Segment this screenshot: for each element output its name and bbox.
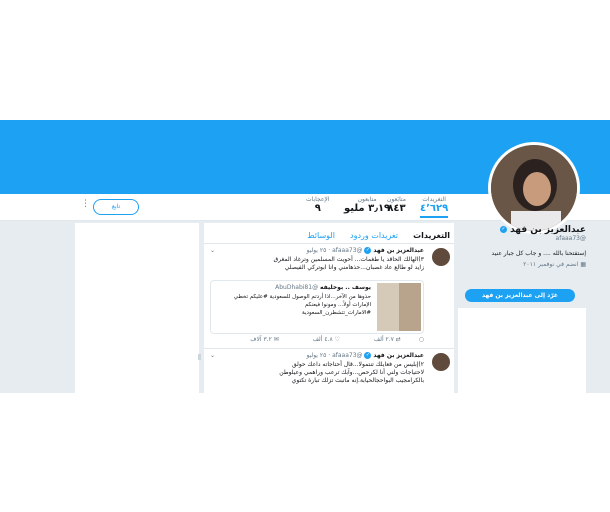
message-button[interactable]: ✉ ٣.٢ آلاف xyxy=(234,336,279,343)
tweet-header: عبدالعزيز بن فهد ✓ @afaaa73 · ٢٥ يوليو xyxy=(306,247,424,254)
tweet-to-button[interactable]: غرّد إلى عبدالعزيز بن فهد xyxy=(465,289,575,302)
tab-tweets[interactable]: التغريدات xyxy=(407,225,454,240)
tweet-avatar[interactable] xyxy=(432,353,450,371)
tweet-text-line: ٢)إبليس من فعايلك تنتمولا...قال أحتاجاته… xyxy=(292,361,424,368)
tab-media[interactable]: الوسائط xyxy=(301,225,339,240)
verified-badge-icon: ✓ xyxy=(499,226,507,233)
tweet-text-line: بالكرامجيب البواحجالحيابة.إنه ماتبت تزلك… xyxy=(291,377,424,384)
chevron-down-icon[interactable]: ⌄ xyxy=(210,247,215,254)
tweet-text-line: زايد لو طالع عاد غصبان...حذهامني وانا اب… xyxy=(284,264,424,271)
stat-followers[interactable]: متابعون ٣٫١٩ مليو xyxy=(344,196,390,215)
quoted-tweet-image xyxy=(377,283,421,331)
tweet-header: عبدالعزيز بن فهد ✓ @afaaa73 · ٢٥ يوليو xyxy=(306,352,424,359)
quoted-tweet-header: يوسف .. بوخليفه @AbuDhabi81 xyxy=(275,284,371,291)
chevron-down-icon[interactable]: ⌄ xyxy=(210,352,215,359)
bottom-area xyxy=(0,393,610,512)
tweet-item[interactable]: ⌄ عبدالعزيز بن فهد ✓ @afaaa73 · ٢٥ يوليو… xyxy=(204,349,454,393)
profile-handle: @afaaa73 xyxy=(555,235,586,242)
profile-bio: إستفتحنا بالله .... و جاب كل جبار عنيد xyxy=(491,250,586,257)
profile-avatar[interactable] xyxy=(488,142,580,234)
profile-name[interactable]: عبدالعزيز بن فهد ✓ xyxy=(458,225,586,235)
retweet-button[interactable]: ⇄ ٢.٧ ألف xyxy=(358,336,401,343)
tweet-text-line: ٣)الهالك الحاقد يا طغمات... أحويت المسلم… xyxy=(273,256,424,263)
calendar-icon: ▦ xyxy=(580,261,586,268)
quoted-tweet[interactable]: يوسف .. بوخليفه @AbuDhabi81 حذوها من الآ… xyxy=(210,280,424,334)
reply-button[interactable]: ○ xyxy=(419,336,424,343)
tab-tweets-replies[interactable]: تغريدات وردود xyxy=(344,225,402,240)
vertical-dots-icon[interactable]: ⋮ xyxy=(81,199,90,209)
joined-date: ▦ انضم في نوفمبر ٢٠١١ xyxy=(523,261,586,268)
right-card xyxy=(458,308,586,393)
left-sidebar xyxy=(75,223,199,393)
timeline: التغريدات تغريدات وردود الوسائط ⌄ عبدالع… xyxy=(204,223,454,393)
stat-likes[interactable]: الإعجابات ٩ xyxy=(306,196,330,215)
tweet-actions: ○ ⇄ ٢.٧ ألف ♡ ٤.٨ ألف ✉ ٣.٢ آلاف xyxy=(218,336,424,343)
verified-badge-icon: ✓ xyxy=(364,352,372,359)
like-button[interactable]: ♡ ٤.٨ ألف xyxy=(297,336,340,343)
stat-tweets[interactable]: التغريدات ٤٬٦٢٩ xyxy=(420,196,449,218)
scrollbar-handle[interactable] xyxy=(198,354,201,360)
tweet-avatar[interactable] xyxy=(432,248,450,266)
quoted-tweet-text: حذوها من الآخر...اذا أردتم الوصول للسعود… xyxy=(233,294,371,316)
timeline-tabs: التغريدات تغريدات وردود الوسائط xyxy=(204,223,454,244)
follow-button[interactable]: تابع xyxy=(93,199,139,215)
tweet-item[interactable]: ⌄ عبدالعزيز بن فهد ✓ @afaaa73 · ٢٥ يوليو… xyxy=(204,244,454,349)
tweet-text-line: لاحتياجات ولني أنا لكرحص...وآبك ترعب ورا… xyxy=(279,369,424,376)
verified-badge-icon: ✓ xyxy=(364,247,372,254)
top-area xyxy=(0,0,610,120)
avatar-photo xyxy=(491,145,577,231)
